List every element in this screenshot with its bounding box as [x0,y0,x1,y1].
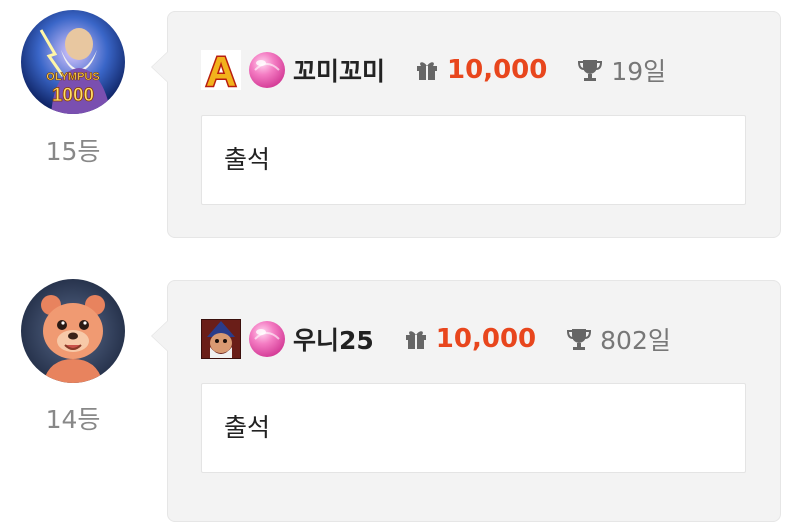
rank-label: 14등 [45,405,101,434]
gift-icon [405,331,426,349]
message-box: 출석 [201,115,746,205]
trophy-icon [567,329,592,350]
olympus-1000-game-avatar: OLYMPUS 1000 [21,10,125,114]
points-value: 10,000 [435,324,537,354]
nickname[interactable]: 우니25 [293,321,374,357]
message-text: 출석 [224,413,271,442]
comment-card: A 꼬미꼬미 10,000 19일 출석 [151,11,781,238]
badge-letter: A [206,50,236,90]
nickname[interactable]: 꼬미꼬미 [293,52,385,88]
avatar-logo-text: OLYMPUS [46,71,99,83]
entry-header: 우니25 10,000 802일 [201,319,671,359]
pink-candy-icon [249,52,285,88]
message-text: 출석 [224,145,271,174]
attendance-days: 19일 [611,57,667,86]
trophy-icon [578,60,603,81]
message-box: 출석 [201,383,746,473]
gift-icon [417,62,438,80]
entry-header: A 꼬미꼬미 10,000 19일 [201,50,666,90]
pink-candy-icon [249,321,285,357]
avatar-logo-number: 1000 [52,85,94,106]
letter-a-badge-icon: A [201,50,241,90]
rank-label: 15등 [45,137,101,166]
user-avatar[interactable]: OLYMPUS 1000 [21,10,125,114]
wizard-portrait-badge-icon [201,319,241,359]
comment-card: 우니25 10,000 802일 출석 [151,280,781,522]
user-avatar[interactable] [21,279,125,383]
attendance-days: 802일 [600,326,671,355]
bear-character-avatar [21,279,125,383]
points-value: 10,000 [447,55,548,85]
